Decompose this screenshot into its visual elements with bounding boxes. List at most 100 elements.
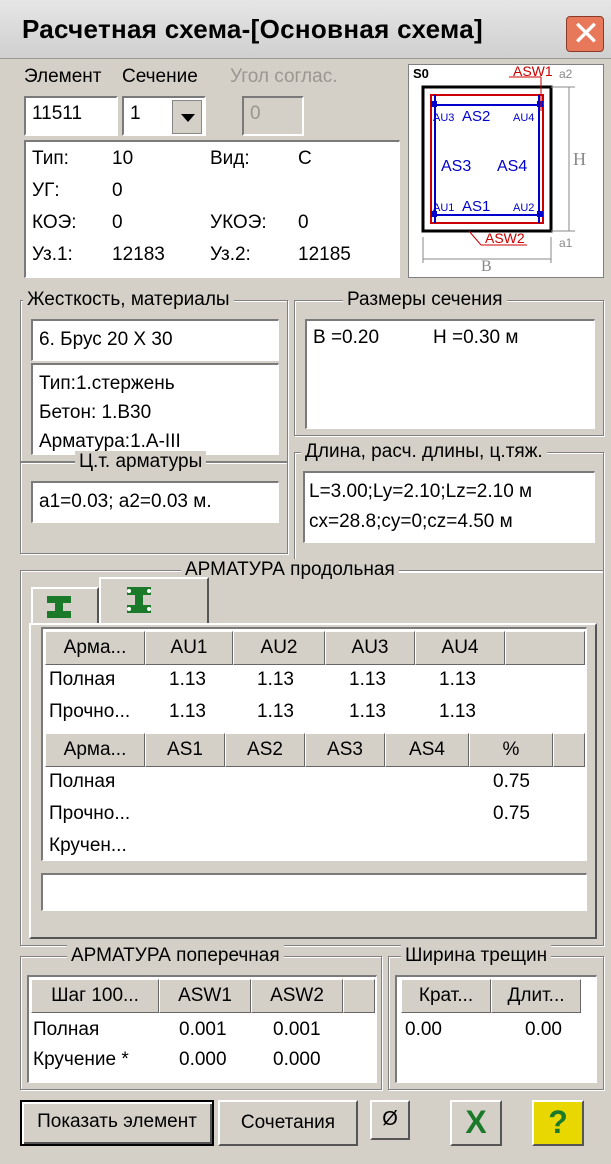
column-header[interactable]: AS3 <box>305 733 385 767</box>
stiffness-line: Бетон: 1.В30 <box>39 402 152 423</box>
table-cell: 1.13 <box>257 701 294 722</box>
stiffness-line: Тип:1.стержень <box>39 373 175 394</box>
tab-section-2[interactable] <box>99 577 209 623</box>
excel-button[interactable]: X <box>450 1100 502 1146</box>
schema-as2-label: AS2 <box>462 108 490 125</box>
schema-h-label: H <box>573 149 586 169</box>
schema-au1-label: AU1 <box>433 202 454 214</box>
schema-a1-label: a1 <box>559 236 573 250</box>
column-header[interactable]: Шаг 100... <box>31 979 159 1013</box>
table-cell: Полная <box>49 771 116 792</box>
crack-title: Ширина трещин <box>401 945 552 967</box>
stiffness-group: Жесткость, материалы 6. Брус 20 Х 30 Тип… <box>20 289 288 462</box>
crack-group: Ширина трещин Крат... Длит... 0.00 0.00 <box>388 945 604 1090</box>
element-info-box: Тип: 10 Вид: С УГ: 0 КОЭ: 0 УКОЭ: 0 Уз.1: 12183 Уз.2… <box>24 140 400 278</box>
table-cell: Полная <box>49 669 116 690</box>
column-header[interactable]: AS1 <box>145 733 225 767</box>
table-cell: Полная <box>33 1019 100 1040</box>
column-header[interactable]: AU3 <box>325 631 415 665</box>
info-k1: УГ: <box>32 180 60 201</box>
schema-s0-label: S0 <box>413 66 429 81</box>
info-v1: 12183 <box>112 244 165 265</box>
schema-b-label: B <box>481 258 492 275</box>
show-element-button[interactable]: Показать элемент <box>20 1100 214 1146</box>
table-cell: 0.75 <box>493 771 530 792</box>
schema-as4-label: AS4 <box>497 158 527 175</box>
tab-section-1[interactable] <box>31 587 99 623</box>
section-size-group: Размеры сечения B =0.20 H =0.30 м <box>294 289 604 436</box>
angle-input: 0 <box>242 96 304 136</box>
column-header[interactable]: Арма... <box>45 631 145 665</box>
length-line-1: L=3.00;Ly=2.10;Lz=2.10 м <box>309 481 533 502</box>
table-cell: 1.13 <box>169 669 206 690</box>
info-v2: С <box>298 148 312 169</box>
close-button[interactable]: ✕ <box>566 14 604 54</box>
schema-as1-label: AS1 <box>462 198 490 215</box>
diameter-button[interactable]: Ø <box>370 1100 410 1140</box>
column-header[interactable]: Крат... <box>401 979 491 1013</box>
table-cell: 1.13 <box>439 669 476 690</box>
info-v1: 0 <box>112 212 123 233</box>
section-label: Сечение <box>122 66 198 87</box>
chevron-down-icon[interactable] <box>172 100 202 134</box>
column-header[interactable]: AU4 <box>415 631 505 665</box>
element-input[interactable]: 11511 <box>24 96 118 136</box>
schema-a2-label: a2 <box>559 67 573 81</box>
long-rebar-group: АРМАТУРА продольная Арма... AU1 AU2 AU3 AU4 … <box>20 559 604 946</box>
angle-label: Угол соглас. <box>230 66 338 87</box>
combinations-button[interactable]: Сочетания <box>218 1100 358 1146</box>
long-rebar-table: Арма... AU1 AU2 AU3 AU4 Полная 1.13 1.13 1.13 1.… <box>41 627 587 861</box>
section-diagram: S0 ASW1 a2 AU3 AS2 AU4 AS3 AS4 H AU1 AS1… <box>413 63 586 275</box>
schema-asw2-label: ASW2 <box>485 230 525 246</box>
length-line-2: cx=28.8;cy=0;cz=4.50 м <box>309 511 513 532</box>
column-header[interactable]: ASW2 <box>251 979 343 1013</box>
title-bar: Расчетная схема-[Основная схема] ✕ <box>0 0 611 59</box>
close-icon: ✕ <box>571 14 601 54</box>
trans-rebar-title: АРМАТУРА поперечная <box>67 945 284 967</box>
length-title: Длина, расч. длины, ц.тяж. <box>301 441 547 463</box>
column-header[interactable]: Арма... <box>45 733 145 767</box>
column-header[interactable]: % <box>469 733 553 767</box>
rebar-section-icon <box>47 596 71 618</box>
info-v1: 10 <box>112 148 134 169</box>
table-cell: 0.000 <box>179 1049 227 1070</box>
length-group: Длина, расч. длины, ц.тяж. L=3.00;Ly=2.1… <box>294 441 604 572</box>
column-header-filler <box>343 979 375 1013</box>
table-cell: Прочно... <box>49 701 131 722</box>
section-select[interactable]: 1 <box>122 96 206 136</box>
section-h-value: H =0.30 м <box>433 327 519 348</box>
element-label: Элемент <box>24 66 102 87</box>
column-header[interactable]: ASW1 <box>159 979 251 1013</box>
table-cell: 1.13 <box>349 669 386 690</box>
column-header[interactable]: AU1 <box>145 631 233 665</box>
table-cell: Кручение * <box>33 1049 129 1070</box>
dialog-window: Расчетная схема-[Основная схема] ✕ Элеме… <box>0 0 611 1164</box>
info-k2: УКОЭ: <box>210 212 267 233</box>
info-v2: 0 <box>298 212 309 233</box>
column-header[interactable]: AS2 <box>225 733 305 767</box>
column-header[interactable]: AS4 <box>385 733 469 767</box>
schema-asw1-label: ASW1 <box>513 65 553 79</box>
crack-table: Крат... Длит... 0.00 0.00 <box>395 975 597 1083</box>
info-k1: КОЭ: <box>32 212 77 233</box>
section-b-value: B =0.20 <box>313 327 380 348</box>
help-button[interactable]: ? <box>532 1100 584 1146</box>
stiffness-type-field[interactable]: 6. Брус 20 Х 30 <box>31 319 279 361</box>
long-rebar-title: АРМАТУРА продольная <box>181 559 399 581</box>
info-k1: Тип: <box>32 148 69 169</box>
table-cell: 1.13 <box>349 701 386 722</box>
trans-rebar-group: АРМАТУРА поперечная Шаг 100... ASW1 ASW2 П… <box>20 945 382 1090</box>
table-cell: 1.13 <box>439 701 476 722</box>
schema-au2-label: AU2 <box>513 202 534 214</box>
rebar-section-active-icon <box>127 587 151 613</box>
table-cell: 1.13 <box>257 669 294 690</box>
centroid-field: a1=0.03; a2=0.03 м. <box>31 481 279 523</box>
long-rebar-footer-field[interactable] <box>41 873 587 911</box>
info-k2: Уз.2: <box>210 244 251 265</box>
table-cell: 0.00 <box>525 1019 562 1040</box>
section-size-title: Размеры сечения <box>343 289 507 311</box>
table-cell: Прочно... <box>49 803 131 824</box>
column-header[interactable]: Длит... <box>491 979 581 1013</box>
info-k1: Уз.1: <box>32 244 73 265</box>
column-header[interactable]: AU2 <box>233 631 325 665</box>
